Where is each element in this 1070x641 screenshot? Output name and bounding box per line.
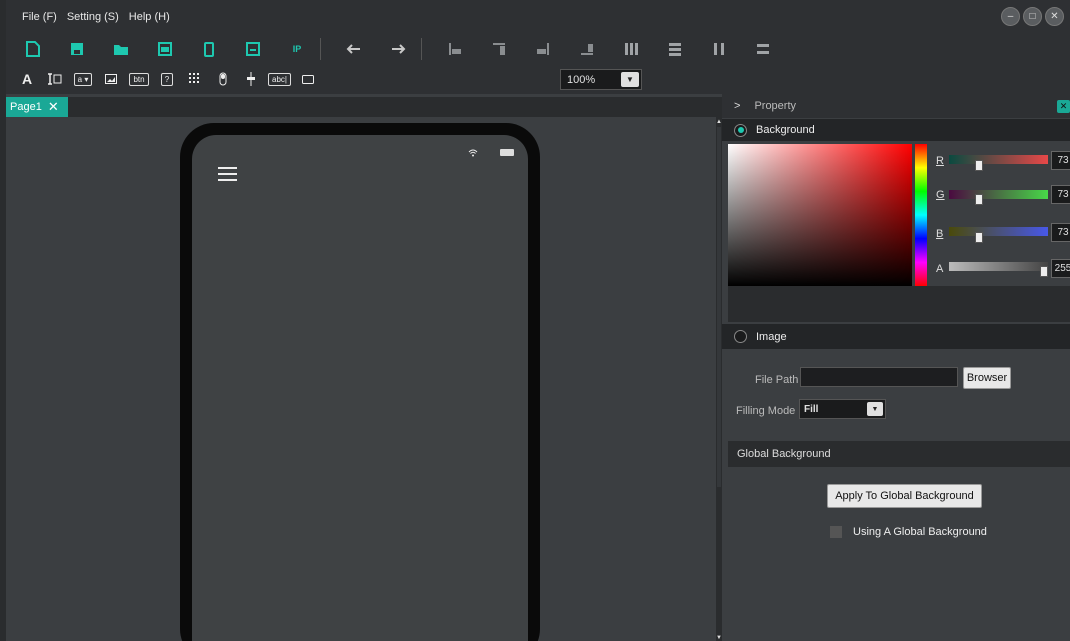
property-panel: > Property ✕ Background R 73 G 73 B 73 A… <box>722 94 1070 641</box>
align-left-icon[interactable] <box>440 38 470 60</box>
chevron-down-icon[interactable]: ▼ <box>621 72 639 87</box>
window-icon[interactable] <box>150 38 180 60</box>
battery-icon <box>500 149 514 156</box>
blue-slider-handle[interactable] <box>975 232 984 243</box>
green-label: G <box>936 189 945 201</box>
menu-file[interactable]: File (F) <box>22 11 57 23</box>
slider-widget-icon[interactable] <box>240 70 262 88</box>
open-folder-icon[interactable] <box>106 38 136 60</box>
tab-label: Page1 <box>10 101 42 113</box>
widget-toolbar: A a ▾ btn ? abc| <box>6 64 1070 94</box>
align-right-icon[interactable] <box>528 38 558 60</box>
blue-label: B <box>936 228 944 240</box>
using-global-background-row[interactable]: Using A Global Background <box>830 526 987 538</box>
design-canvas[interactable] <box>6 117 716 641</box>
tab-bar: Page1 ✕ <box>6 97 722 117</box>
browser-button[interactable]: Browser <box>963 367 1011 389</box>
background-label: Background <box>756 124 815 136</box>
filling-mode-value: Fill <box>804 403 819 415</box>
apply-global-background-button[interactable]: Apply To Global Background <box>827 484 982 508</box>
file-path-input[interactable] <box>800 367 958 387</box>
filling-mode-label: Filling Mode <box>736 405 796 417</box>
alpha-label: A <box>936 263 944 275</box>
green-slider-handle[interactable] <box>975 194 984 205</box>
scrollbar-thumb[interactable] <box>717 127 721 487</box>
grid-widget-icon[interactable] <box>184 70 206 88</box>
phone-screen[interactable] <box>192 135 528 641</box>
tab-page1[interactable]: Page1 ✕ <box>6 97 68 117</box>
input-widget-icon[interactable]: abc| <box>268 70 291 88</box>
image-label: Image <box>756 330 787 343</box>
undo-icon[interactable] <box>339 38 369 60</box>
menu-bar: File (F) Setting (S) Help (H) – □ ✕ <box>6 0 1070 34</box>
text-widget-icon[interactable]: A <box>16 70 38 88</box>
background-section-header[interactable]: Background <box>722 119 1070 141</box>
same-height-icon[interactable] <box>704 38 734 60</box>
align-top-icon[interactable] <box>484 38 514 60</box>
zoom-value: 100% <box>567 73 596 86</box>
button-widget-icon[interactable]: btn <box>128 70 150 88</box>
app-window: File (F) Setting (S) Help (H) – □ ✕ IP A… <box>0 0 1070 641</box>
maximize-button[interactable]: □ <box>1023 7 1042 26</box>
redo-icon[interactable] <box>383 38 413 60</box>
toolbar-separator <box>320 38 321 60</box>
menu-help[interactable]: Help (H) <box>129 11 170 23</box>
alpha-value-field[interactable]: 255 <box>1051 259 1070 278</box>
color-saturation-field[interactable] <box>728 144 912 286</box>
wifi-icon <box>468 149 478 159</box>
alpha-slider-handle[interactable] <box>1040 266 1048 277</box>
color-preview-strip <box>728 286 1070 322</box>
export-icon[interactable] <box>238 38 268 60</box>
close-window-button[interactable]: ✕ <box>1045 7 1064 26</box>
using-global-background-label: Using A Global Background <box>853 526 987 538</box>
global-background-header: Global Background <box>728 441 1070 467</box>
toggle-widget-icon[interactable] <box>212 70 234 88</box>
distribute-vertical-icon[interactable] <box>660 38 690 60</box>
red-slider[interactable] <box>949 155 1048 164</box>
rectangle-widget-icon[interactable] <box>297 70 319 88</box>
text-cursor-icon[interactable] <box>44 70 66 88</box>
help-widget-icon[interactable]: ? <box>156 70 178 88</box>
panel-title: Property <box>754 100 797 112</box>
align-bottom-icon[interactable] <box>572 38 602 60</box>
alpha-slider[interactable] <box>949 262 1048 271</box>
close-tab-icon[interactable]: ✕ <box>48 99 59 115</box>
toolbar-separator <box>421 38 422 60</box>
save-icon[interactable] <box>62 38 92 60</box>
image-widget-icon[interactable] <box>100 70 122 88</box>
new-file-icon[interactable] <box>18 38 48 60</box>
file-path-label: File Path <box>755 374 799 386</box>
green-value-field[interactable]: 73 <box>1051 185 1070 204</box>
ip-button[interactable]: IP <box>282 38 312 60</box>
minimize-button[interactable]: – <box>1001 7 1020 26</box>
background-radio[interactable] <box>734 123 747 137</box>
green-slider[interactable] <box>949 190 1048 199</box>
chevron-right-icon[interactable]: > <box>734 100 740 112</box>
filling-mode-select[interactable]: Fill ▼ <box>799 399 886 419</box>
red-value-field[interactable]: 73 <box>1051 151 1070 170</box>
hue-slider[interactable] <box>915 144 927 286</box>
phone-icon[interactable] <box>194 38 224 60</box>
dropdown-widget-icon[interactable]: a ▾ <box>72 70 94 88</box>
blue-slider[interactable] <box>949 227 1048 236</box>
same-width-icon[interactable] <box>748 38 778 60</box>
hamburger-menu-icon[interactable] <box>218 167 237 185</box>
zoom-select[interactable]: 100% ▼ <box>560 69 642 90</box>
red-slider-handle[interactable] <box>975 160 984 171</box>
window-controls: – □ ✕ <box>1001 7 1064 26</box>
menu-setting[interactable]: Setting (S) <box>67 11 119 23</box>
distribute-horizontal-icon[interactable] <box>616 38 646 60</box>
phone-frame <box>180 123 540 641</box>
image-radio[interactable] <box>734 330 747 343</box>
using-global-background-checkbox[interactable] <box>830 526 842 538</box>
red-label: R <box>936 155 944 167</box>
main-toolbar: IP <box>6 34 1070 64</box>
property-panel-header: > Property ✕ <box>722 94 1070 118</box>
image-section-header[interactable]: Image <box>722 324 1070 349</box>
chevron-down-icon[interactable]: ▼ <box>867 402 883 416</box>
pin-icon[interactable]: ✕ <box>1057 100 1070 113</box>
blue-value-field[interactable]: 73 <box>1051 223 1070 242</box>
